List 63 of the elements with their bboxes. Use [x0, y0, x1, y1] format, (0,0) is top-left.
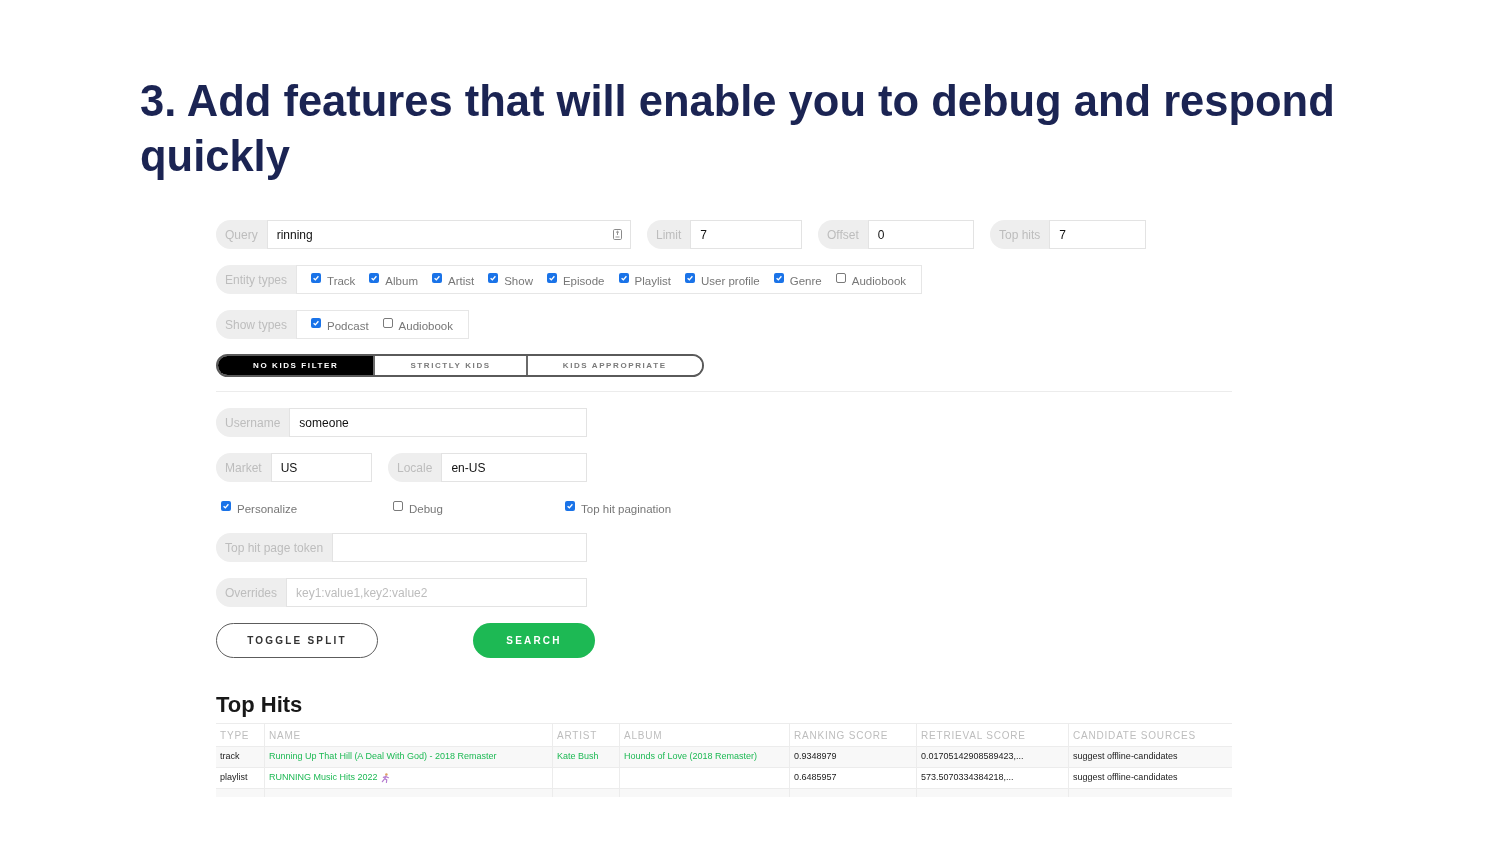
checkbox[interactable] — [488, 272, 499, 283]
column-header: RANKING SCORE — [790, 724, 917, 746]
section-heading: Top Hits — [216, 691, 304, 719]
checkbox[interactable] — [565, 501, 575, 511]
checkbox[interactable] — [369, 272, 380, 283]
top-hits-input[interactable]: 7 — [1049, 220, 1146, 249]
checkbox[interactable] — [221, 501, 231, 511]
document-icon[interactable] — [613, 229, 622, 240]
checkbox-label[interactable]: Episode — [562, 273, 605, 288]
column-header: TYPE — [216, 724, 265, 746]
checkbox-label[interactable]: Artist — [447, 273, 475, 288]
result-link[interactable]: RUNNING Music Hits 2022 — [269, 771, 378, 785]
table-cell: 0.9348979 — [790, 747, 917, 767]
checkbox[interactable] — [393, 501, 403, 511]
column-header: CANDIDATE SOURCES — [1072, 728, 1197, 743]
checkbox-label[interactable]: Track — [327, 273, 356, 288]
checkbox-label[interactable]: Album — [385, 273, 418, 288]
checkbox-label[interactable]: User profile — [700, 273, 760, 288]
page-token-input[interactable] — [332, 533, 587, 562]
overrides-input[interactable]: key1:value1,key2:value2 — [286, 578, 587, 607]
table-cell-text: suggest offline-candidates — [1072, 750, 1179, 764]
column-header: NAME — [265, 724, 553, 746]
query-input[interactable]: rinning — [266, 220, 631, 249]
checkbox-label[interactable]: Debug — [409, 502, 443, 516]
table-cell: 0.01705142908589423,... — [917, 747, 1069, 767]
checkbox-label[interactable]: Playlist — [634, 273, 671, 288]
checkbox-label[interactable]: Audiobook — [851, 273, 907, 288]
checkbox[interactable] — [546, 272, 557, 283]
limit-input[interactable]: 7 — [690, 220, 802, 249]
column-header: ALBUM — [620, 724, 790, 746]
table-cell-text: suggest offline-candidates — [1072, 771, 1179, 785]
locale-input[interactable]: en-US — [441, 453, 587, 482]
result-link[interactable]: Kate Bush — [557, 750, 599, 764]
table-cell: playlist — [216, 768, 265, 788]
username-input[interactable]: someone — [289, 408, 587, 437]
search-button[interactable]: SEARCH — [473, 623, 595, 658]
column-header: RETRIEVAL SCORE — [917, 724, 1069, 746]
checkbox-label[interactable]: Podcast — [327, 318, 369, 333]
market-input[interactable]: US — [270, 453, 372, 482]
result-link[interactable]: Hounds of Love (2018 Remaster) — [624, 750, 758, 764]
result-link[interactable]: Running Up That Hill (A Deal With God) - 2018 Remaster — [269, 750, 497, 764]
checkbox-label[interactable]: Show — [504, 273, 533, 288]
checkbox-label[interactable]: Top hit pagination — [581, 502, 672, 516]
filter-tab[interactable]: NO KIDS FILTER — [218, 356, 374, 375]
table-cell: track — [216, 747, 265, 767]
checkbox-label[interactable]: Genre — [789, 273, 822, 288]
checkbox[interactable] — [431, 272, 442, 283]
checkbox[interactable] — [311, 272, 322, 283]
checkbox[interactable] — [773, 272, 784, 283]
checkbox[interactable] — [618, 272, 629, 283]
checkbox-label[interactable]: Personalize — [237, 502, 298, 516]
filter-tab[interactable]: KIDS APPROPRIATE — [525, 356, 702, 375]
table-cell: 0.6485957 — [790, 768, 917, 788]
checkbox[interactable] — [311, 317, 322, 328]
checkbox[interactable] — [382, 317, 393, 328]
checkbox[interactable] — [835, 272, 846, 283]
checkbox[interactable] — [684, 272, 695, 283]
column-header: ARTIST — [553, 724, 620, 746]
toggle-split-button[interactable]: TOGGLE SPLIT — [216, 623, 378, 658]
table-cell: 573.5070334384218,... — [917, 768, 1069, 788]
checkbox-label[interactable]: Audiobook — [398, 318, 453, 333]
slide-title: 3. Add features that will enable you to debug and respond quickly — [140, 76, 1336, 182]
offset-input[interactable]: 0 — [867, 220, 974, 249]
